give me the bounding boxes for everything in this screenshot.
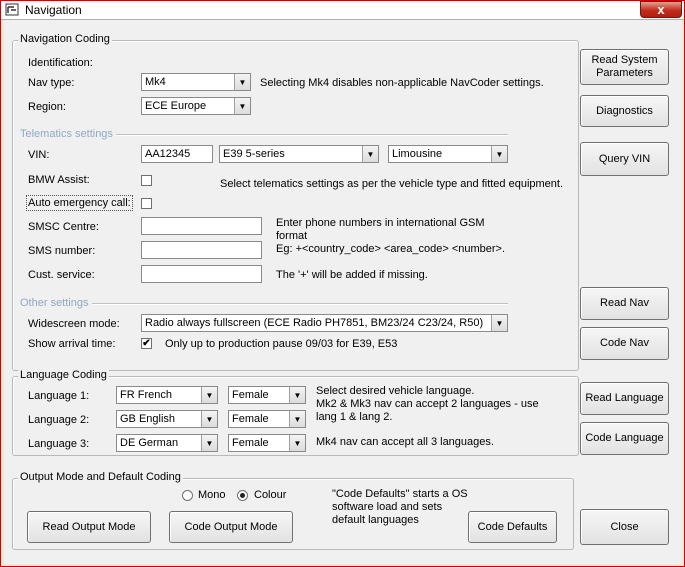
language-coding-title: Language Coding [18, 369, 109, 381]
chevron-down-icon[interactable]: ▼ [289, 387, 305, 403]
mono-radio[interactable] [182, 490, 193, 501]
language-1-select[interactable]: FR French ▼ [116, 386, 218, 404]
body-type-select[interactable]: Limousine ▼ [388, 145, 508, 163]
app-icon [5, 3, 19, 16]
nav-type-value: Mk4 [145, 76, 166, 88]
arrival-time-note: Only up to production pause 09/03 for E3… [165, 338, 398, 350]
model-select[interactable]: E39 5-series ▼ [219, 145, 379, 163]
voice-1-select[interactable]: Female ▼ [228, 386, 306, 404]
defaults-note-line-1: "Code Defaults" starts a OS [332, 488, 468, 500]
voice-3-select[interactable]: Female ▼ [228, 434, 306, 452]
language-3-label: Language 3: [28, 438, 90, 450]
navigation-window: Navigation x Navigation Coding Identific… [0, 0, 685, 567]
language-2-value: GB English [120, 413, 176, 425]
other-settings-heading: Other settings [20, 297, 92, 309]
code-output-mode-button[interactable]: Code Output Mode [169, 511, 293, 543]
phone-note-line-2: format [276, 230, 308, 242]
diagnostics-button[interactable]: Diagnostics [580, 95, 669, 127]
arrival-time-checkbox[interactable]: ✔ [141, 338, 152, 349]
output-mode-title: Output Mode and Default Coding [18, 471, 183, 483]
close-button[interactable]: Close [580, 509, 669, 545]
navigation-coding-title: Navigation Coding [18, 33, 112, 45]
dialog-client: Navigation Coding Identification: Nav ty… [4, 20, 682, 564]
chevron-down-icon[interactable]: ▼ [289, 435, 305, 451]
language-2-label: Language 2: [28, 414, 90, 426]
arrival-time-label: Show arrival time: [28, 338, 116, 350]
voice-2-select[interactable]: Female ▼ [228, 410, 306, 428]
chevron-down-icon[interactable]: ▼ [289, 411, 305, 427]
query-vin-button[interactable]: Query VIN [580, 142, 669, 176]
telematics-heading: Telematics settings [20, 128, 116, 140]
cust-service-label: Cust. service: [28, 269, 95, 281]
bmw-assist-label: BMW Assist: [28, 174, 90, 186]
close-icon: x [657, 2, 665, 17]
chevron-down-icon[interactable]: ▼ [234, 98, 250, 114]
language-1-label: Language 1: [28, 390, 90, 402]
bmw-assist-checkbox[interactable] [141, 175, 152, 186]
window-title: Navigation [25, 3, 82, 17]
chevron-down-icon[interactable]: ▼ [234, 74, 250, 90]
defaults-note-line-3: default languages [332, 514, 419, 526]
nav-type-label: Nav type: [28, 77, 75, 89]
defaults-note-line-2: software load and sets [332, 501, 443, 513]
language-note-line-2: Mk2 & Mk3 nav can accept 2 languages - u… [316, 398, 539, 410]
colour-radio[interactable] [237, 490, 248, 501]
auto-emergency-label: Auto emergency call: [26, 195, 133, 211]
check-icon: ✔ [142, 338, 151, 349]
chevron-down-icon[interactable]: ▼ [201, 435, 217, 451]
language-note-line-4: Mk4 nav can accept all 3 languages. [316, 436, 494, 448]
phone-note-line-3: Eg: +<country_code> <area_code> <number>… [276, 243, 506, 255]
language-note-line-3: lang 1 & lang 2. [316, 411, 393, 423]
read-language-button[interactable]: Read Language [580, 382, 669, 415]
phone-note-line-1: Enter phone numbers in international GSM [276, 217, 485, 229]
code-nav-button[interactable]: Code Nav [580, 327, 669, 360]
chevron-down-icon[interactable]: ▼ [201, 411, 217, 427]
chevron-down-icon[interactable]: ▼ [362, 146, 378, 162]
region-value: ECE Europe [145, 100, 207, 112]
body-type-value: Limousine [392, 148, 443, 160]
widescreen-select[interactable]: Radio always fullscreen (ECE Radio PH785… [141, 314, 508, 332]
widescreen-label: Widescreen mode: [28, 318, 120, 330]
model-value: E39 5-series [223, 148, 285, 160]
read-output-mode-button[interactable]: Read Output Mode [27, 511, 151, 543]
vin-input[interactable]: AA12345 [141, 145, 213, 163]
close-window-button[interactable]: x [640, 1, 682, 18]
language-2-select[interactable]: GB English ▼ [116, 410, 218, 428]
cust-service-input[interactable] [141, 265, 262, 283]
title-bar[interactable]: Navigation x [1, 1, 684, 20]
language-note-line-1: Select desired vehicle language. [316, 385, 475, 397]
voice-3-value: Female [232, 437, 269, 449]
code-language-button[interactable]: Code Language [580, 422, 669, 455]
voice-2-value: Female [232, 413, 269, 425]
telematics-note: Select telematics settings as per the ve… [220, 178, 564, 190]
read-system-parameters-button[interactable]: Read System Parameters [580, 49, 669, 85]
identification-label: Identification: [28, 57, 93, 69]
colour-label: Colour [254, 489, 287, 501]
telematics-separator [116, 134, 508, 136]
voice-1-value: Female [232, 389, 269, 401]
chevron-down-icon[interactable]: ▼ [201, 387, 217, 403]
sms-number-label: SMS number: [28, 245, 96, 257]
smsc-centre-input[interactable] [141, 217, 262, 235]
read-nav-button[interactable]: Read Nav [580, 287, 669, 320]
vin-label: VIN: [28, 149, 50, 161]
auto-emergency-checkbox[interactable] [141, 198, 152, 209]
code-defaults-button[interactable]: Code Defaults [468, 511, 557, 543]
nav-type-note: Selecting Mk4 disables non-applicable Na… [260, 77, 544, 89]
region-label: Region: [28, 101, 66, 113]
sms-number-input[interactable] [141, 241, 262, 259]
chevron-down-icon[interactable]: ▼ [491, 315, 507, 331]
phone-note-line-4: The '+' will be added if missing. [276, 269, 428, 281]
chevron-down-icon[interactable]: ▼ [491, 146, 507, 162]
nav-type-select[interactable]: Mk4 ▼ [141, 73, 251, 91]
smsc-centre-label: SMSC Centre: [28, 221, 99, 233]
mono-label: Mono [198, 489, 226, 501]
widescreen-value: Radio always fullscreen (ECE Radio PH785… [145, 317, 484, 329]
region-select[interactable]: ECE Europe ▼ [141, 97, 251, 115]
language-1-value: FR French [120, 389, 172, 401]
other-settings-separator [92, 303, 508, 305]
language-3-value: DE German [120, 437, 179, 449]
language-3-select[interactable]: DE German ▼ [116, 434, 218, 452]
